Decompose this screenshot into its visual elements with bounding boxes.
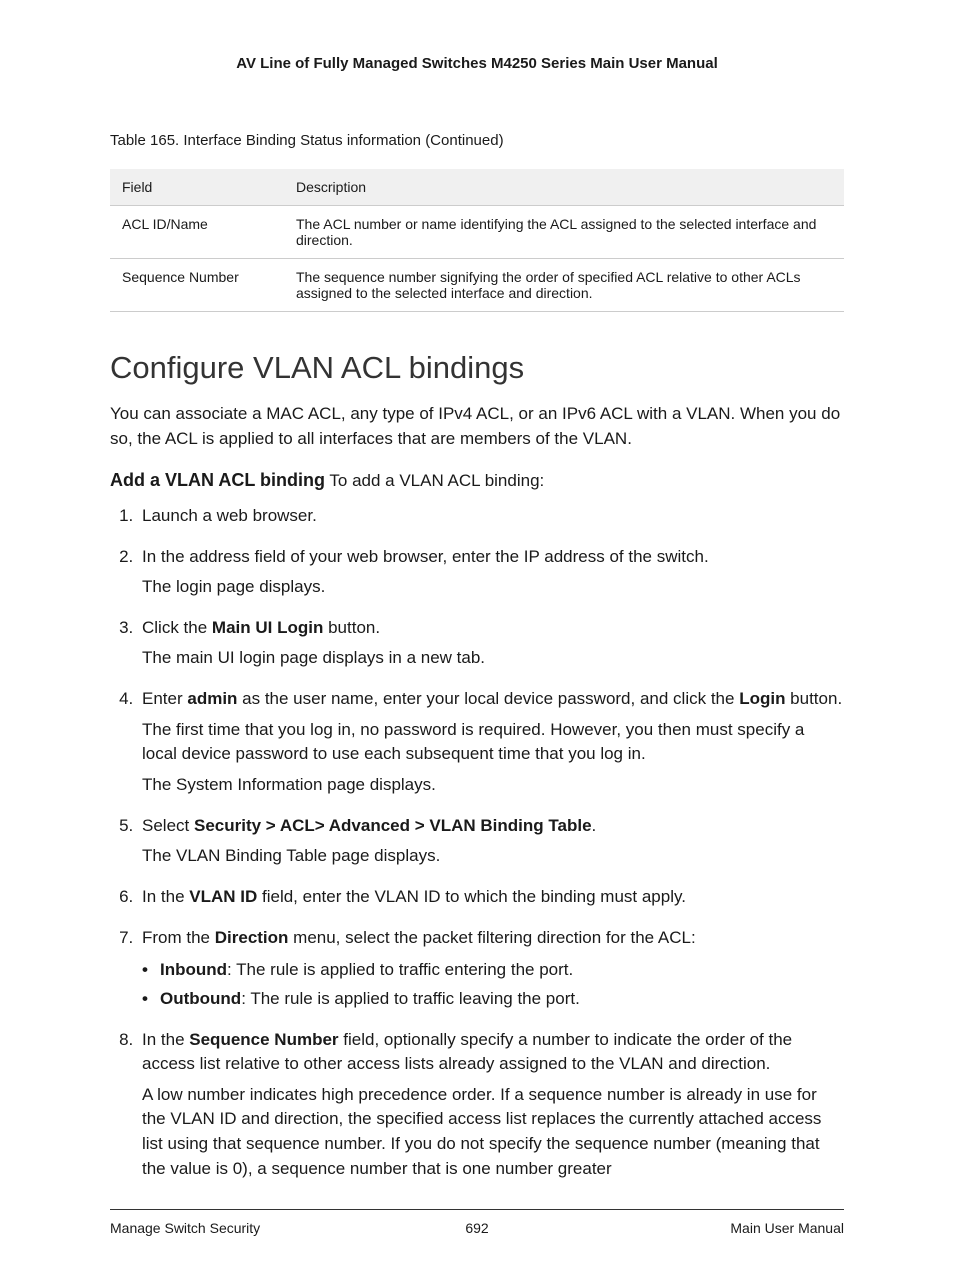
step-item: Click the Main UI Login button. The main…: [138, 616, 844, 671]
step-text: Click the: [142, 618, 212, 637]
column-header-field: Field: [110, 169, 284, 206]
bullet-text: : The rule is applied to traffic leaving…: [241, 989, 580, 1008]
step-subtext: A low number indicates high precedence o…: [142, 1083, 844, 1182]
bullet-item: Outbound: The rule is applied to traffic…: [160, 987, 844, 1012]
step-subtext: The VLAN Binding Table page displays.: [142, 844, 844, 869]
step-item: In the VLAN ID field, enter the VLAN ID …: [138, 885, 844, 910]
table-row: ACL ID/Name The ACL number or name ident…: [110, 206, 844, 259]
step-subtext: The System Information page displays.: [142, 773, 844, 798]
column-header-description: Description: [284, 169, 844, 206]
table-header-row: Field Description: [110, 169, 844, 206]
step-item: In the address field of your web browser…: [138, 545, 844, 600]
table-row: Sequence Number The sequence number sign…: [110, 259, 844, 312]
step-text: Enter: [142, 689, 187, 708]
step-text: In the: [142, 1030, 189, 1049]
step-text: In the address field of your web browser…: [142, 547, 709, 566]
footer-right: Main User Manual: [730, 1220, 844, 1236]
step-bold: Security > ACL> Advanced > VLAN Binding …: [194, 816, 592, 835]
section-intro: You can associate a MAC ACL, any type of…: [110, 402, 844, 451]
step-text: button.: [323, 618, 380, 637]
step-bold: Sequence Number: [189, 1030, 338, 1049]
footer-page-number: 692: [465, 1220, 488, 1236]
step-subtext: The first time that you log in, no passw…: [142, 718, 844, 767]
cell-description: The sequence number signifying the order…: [284, 259, 844, 312]
step-bold: VLAN ID: [189, 887, 257, 906]
bullet-item: Inbound: The rule is applied to traffic …: [160, 958, 844, 983]
cell-field: ACL ID/Name: [110, 206, 284, 259]
table-caption: Table 165. Interface Binding Status info…: [110, 132, 844, 149]
step-subtext: The main UI login page displays in a new…: [142, 646, 844, 671]
step-text: In the: [142, 887, 189, 906]
step-item: Enter admin as the user name, enter your…: [138, 687, 844, 798]
cell-field: Sequence Number: [110, 259, 284, 312]
step-item: Launch a web browser.: [138, 504, 844, 529]
subsection-heading-line: Add a VLAN ACL binding To add a VLAN ACL…: [110, 467, 844, 494]
step-subtext: The login page displays.: [142, 575, 844, 600]
cell-description: The ACL number or name identifying the A…: [284, 206, 844, 259]
step-text: .: [592, 816, 597, 835]
step-bold: Direction: [215, 928, 289, 947]
bullet-bold: Inbound: [160, 960, 227, 979]
step-item: In the Sequence Number field, optionally…: [138, 1028, 844, 1182]
footer-left: Manage Switch Security: [110, 1220, 260, 1236]
step-bold: Login: [739, 689, 785, 708]
step-item: From the Direction menu, select the pack…: [138, 926, 844, 1012]
step-bold: Main UI Login: [212, 618, 323, 637]
step-text: field, enter the VLAN ID to which the bi…: [257, 887, 686, 906]
bullet-bold: Outbound: [160, 989, 241, 1008]
document-page: AV Line of Fully Managed Switches M4250 …: [0, 0, 954, 1276]
step-text: as the user name, enter your local devic…: [237, 689, 739, 708]
step-text: Select: [142, 816, 194, 835]
step-text: Launch a web browser.: [142, 506, 317, 525]
step-text: button.: [785, 689, 842, 708]
subsection-tail: To add a VLAN ACL binding:: [325, 471, 544, 490]
binding-status-table: Field Description ACL ID/Name The ACL nu…: [110, 169, 844, 312]
subsection-heading: Add a VLAN ACL binding: [110, 470, 325, 490]
section-heading: Configure VLAN ACL bindings: [110, 350, 844, 386]
step-item: Select Security > ACL> Advanced > VLAN B…: [138, 814, 844, 869]
step-bold: admin: [187, 689, 237, 708]
bullet-list: Inbound: The rule is applied to traffic …: [142, 958, 844, 1011]
page-footer: Manage Switch Security 692 Main User Man…: [110, 1209, 844, 1236]
steps-list: Launch a web browser. In the address fie…: [110, 504, 844, 1181]
step-text: menu, select the packet filtering direct…: [288, 928, 695, 947]
page-header: AV Line of Fully Managed Switches M4250 …: [110, 55, 844, 72]
bullet-text: : The rule is applied to traffic enterin…: [227, 960, 573, 979]
step-text: From the: [142, 928, 215, 947]
